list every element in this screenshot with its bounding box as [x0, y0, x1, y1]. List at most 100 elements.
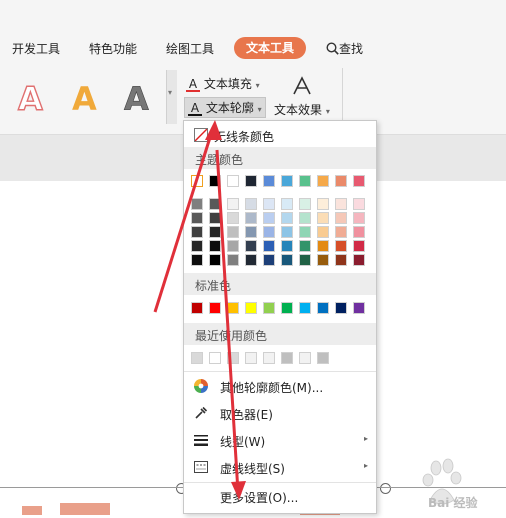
theme-shade-swatch[interactable]: [191, 226, 203, 238]
dash-type-label: 虚线线型(S): [220, 462, 285, 476]
standard-color-swatch[interactable]: [317, 302, 329, 314]
theme-shade-swatch[interactable]: [227, 198, 239, 210]
theme-shade-swatch[interactable]: [353, 198, 365, 210]
standard-color-swatch[interactable]: [281, 302, 293, 314]
styles-scroll[interactable]: ▾: [166, 70, 177, 124]
text-style-outline-red[interactable]: A: [17, 79, 43, 118]
theme-color-swatch[interactable]: [191, 175, 203, 187]
theme-shade-swatch[interactable]: [227, 226, 239, 238]
theme-shade-swatch[interactable]: [335, 254, 347, 266]
theme-shade-swatch[interactable]: [245, 212, 257, 224]
theme-shade-swatch[interactable]: [209, 226, 221, 238]
theme-shade-swatch[interactable]: [263, 226, 275, 238]
text-style-gray[interactable]: A: [124, 80, 149, 119]
theme-shade-swatch[interactable]: [191, 240, 203, 252]
theme-color-swatch[interactable]: [227, 175, 239, 187]
theme-shade-swatch[interactable]: [227, 254, 239, 266]
theme-shade-swatch[interactable]: [263, 212, 275, 224]
theme-shade-swatch[interactable]: [209, 254, 221, 266]
theme-shade-swatch[interactable]: [263, 240, 275, 252]
no-line-color-item[interactable]: 无线条颜色: [184, 123, 376, 147]
recent-color-swatch[interactable]: [263, 352, 275, 364]
text-fill-button[interactable]: A 文本填充 ▾: [186, 75, 260, 92]
search-icon: [326, 42, 339, 55]
theme-shade-swatch[interactable]: [209, 212, 221, 224]
text-outline-button[interactable]: A 文本轮廓 ▾: [184, 97, 266, 118]
theme-shade-swatch[interactable]: [245, 254, 257, 266]
theme-shade-swatch[interactable]: [299, 240, 311, 252]
theme-shade-swatch[interactable]: [281, 240, 293, 252]
theme-color-swatch[interactable]: [209, 175, 221, 187]
theme-color-swatch[interactable]: [281, 175, 293, 187]
theme-shade-swatch[interactable]: [299, 254, 311, 266]
theme-shade-swatch[interactable]: [245, 198, 257, 210]
theme-shade-swatch[interactable]: [317, 198, 329, 210]
theme-shade-swatch[interactable]: [335, 198, 347, 210]
theme-shade-swatch[interactable]: [317, 212, 329, 224]
recent-color-swatch[interactable]: [209, 352, 221, 364]
recent-color-swatch[interactable]: [227, 352, 239, 364]
other-outline-colors-item[interactable]: 其他轮廓颜色(M)...: [184, 374, 376, 398]
theme-color-swatch[interactable]: [335, 175, 347, 187]
eyedropper-item[interactable]: 取色器(E): [184, 401, 376, 425]
theme-shade-swatch[interactable]: [281, 198, 293, 210]
theme-shade-swatch[interactable]: [299, 198, 311, 210]
tab-special-features[interactable]: 特色功能: [89, 42, 137, 56]
theme-shade-swatch[interactable]: [335, 226, 347, 238]
recent-color-swatch[interactable]: [191, 352, 203, 364]
theme-shade-swatch[interactable]: [191, 254, 203, 266]
theme-shade-swatch[interactable]: [245, 240, 257, 252]
theme-shade-swatch[interactable]: [299, 226, 311, 238]
standard-color-swatch[interactable]: [227, 302, 239, 314]
standard-color-swatch[interactable]: [209, 302, 221, 314]
theme-shade-swatch[interactable]: [263, 198, 275, 210]
theme-shade-swatch[interactable]: [353, 212, 365, 224]
recent-color-swatch[interactable]: [281, 352, 293, 364]
theme-shade-swatch[interactable]: [281, 226, 293, 238]
standard-color-swatch[interactable]: [299, 302, 311, 314]
theme-shade-swatch[interactable]: [335, 240, 347, 252]
standard-color-swatch[interactable]: [245, 302, 257, 314]
recent-color-swatch[interactable]: [299, 352, 311, 364]
standard-color-swatch[interactable]: [353, 302, 365, 314]
text-style-orange[interactable]: A: [72, 80, 97, 118]
theme-color-swatch[interactable]: [263, 175, 275, 187]
theme-shade-swatch[interactable]: [353, 254, 365, 266]
line-type-item[interactable]: 线型(W) ▸: [184, 428, 376, 452]
standard-color-swatch[interactable]: [335, 302, 347, 314]
recent-color-swatch[interactable]: [317, 352, 329, 364]
theme-shade-swatch[interactable]: [209, 198, 221, 210]
theme-shade-swatch[interactable]: [281, 254, 293, 266]
tab-developer-tools[interactable]: 开发工具: [12, 42, 60, 56]
theme-shade-swatch[interactable]: [317, 240, 329, 252]
theme-color-swatch[interactable]: [317, 175, 329, 187]
tab-drawing-tools[interactable]: 绘图工具: [166, 42, 214, 56]
theme-shade-swatch[interactable]: [353, 226, 365, 238]
theme-shade-swatch[interactable]: [263, 254, 275, 266]
theme-shade-swatch[interactable]: [191, 212, 203, 224]
theme-shade-swatch[interactable]: [335, 212, 347, 224]
theme-shade-swatch[interactable]: [353, 240, 365, 252]
shape-fragment: [22, 506, 42, 515]
theme-shade-swatch[interactable]: [227, 240, 239, 252]
theme-color-swatch[interactable]: [299, 175, 311, 187]
recent-color-swatch[interactable]: [245, 352, 257, 364]
theme-color-swatch[interactable]: [245, 175, 257, 187]
dash-type-item[interactable]: 虚线线型(S) ▸: [184, 455, 376, 479]
theme-shade-swatch[interactable]: [299, 212, 311, 224]
theme-color-swatch[interactable]: [353, 175, 365, 187]
text-effect-button[interactable]: 文本效果 ▾: [274, 101, 330, 118]
standard-color-swatch[interactable]: [191, 302, 203, 314]
search-button[interactable]: 查找: [326, 42, 363, 56]
tab-text-tools[interactable]: 文本工具: [234, 37, 307, 59]
theme-shade-swatch[interactable]: [245, 226, 257, 238]
more-settings-item[interactable]: 更多设置(O)...: [184, 484, 376, 508]
resize-handle[interactable]: [380, 483, 391, 494]
theme-shade-swatch[interactable]: [281, 212, 293, 224]
theme-shade-swatch[interactable]: [227, 212, 239, 224]
theme-shade-swatch[interactable]: [317, 226, 329, 238]
theme-shade-swatch[interactable]: [317, 254, 329, 266]
standard-color-swatch[interactable]: [263, 302, 275, 314]
theme-shade-swatch[interactable]: [209, 240, 221, 252]
theme-shade-swatch[interactable]: [191, 198, 203, 210]
